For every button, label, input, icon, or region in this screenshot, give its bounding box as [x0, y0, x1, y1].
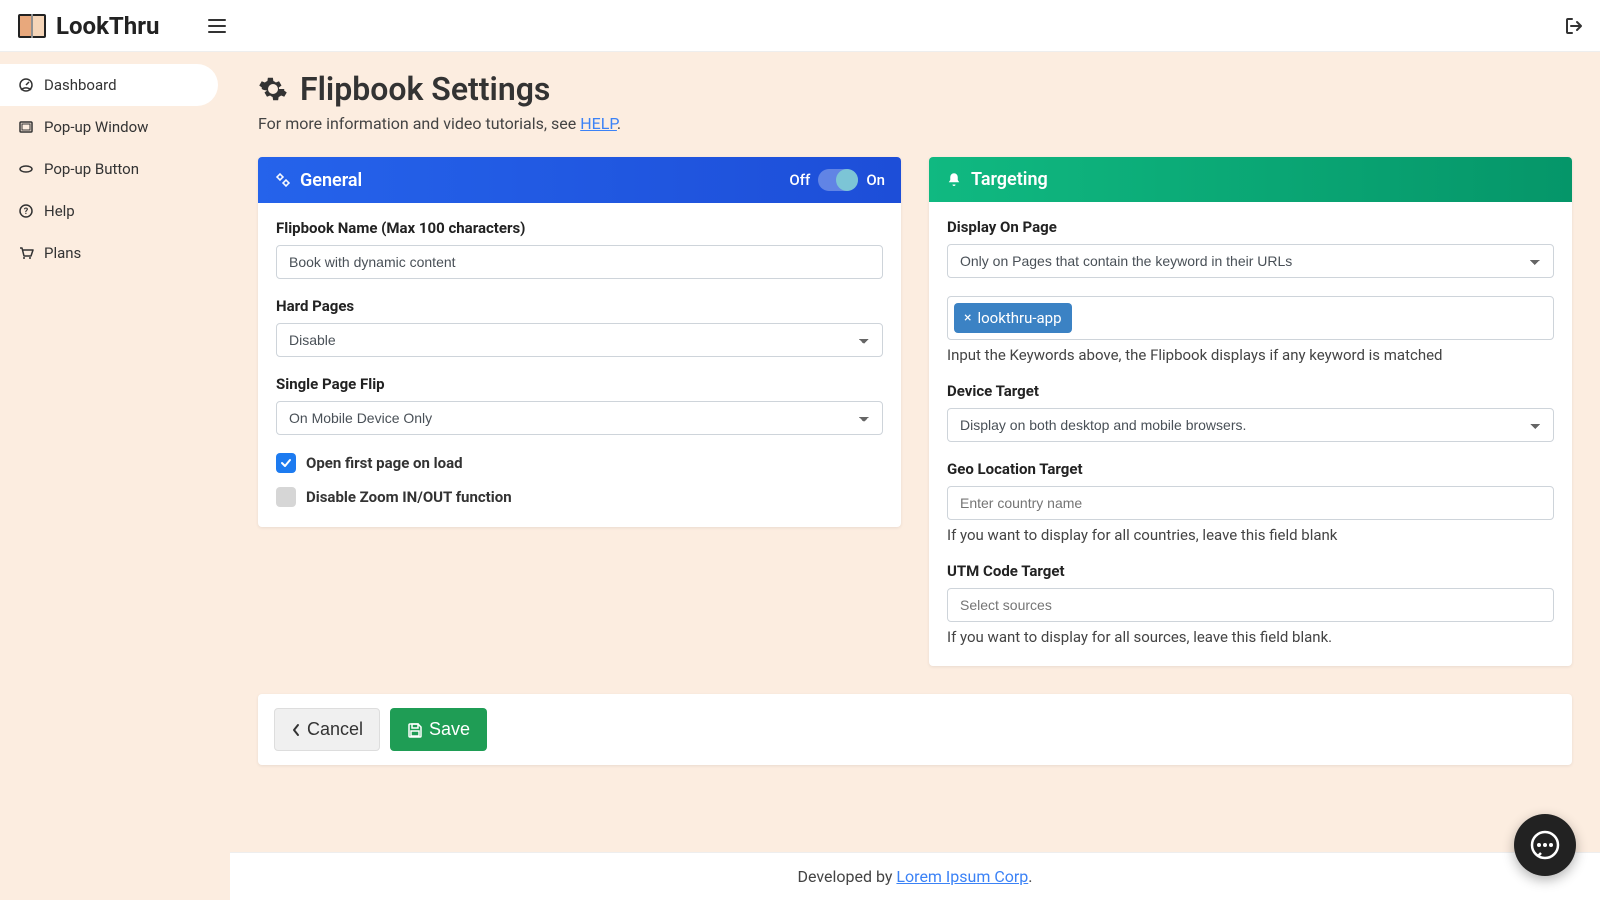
cogs-icon: [274, 171, 292, 189]
disable-zoom-row: Disable Zoom IN/OUT function: [276, 487, 883, 507]
single-flip-label: Single Page Flip: [276, 375, 883, 393]
page-title: Flipbook Settings: [258, 70, 1572, 108]
help-link[interactable]: HELP: [580, 114, 617, 133]
brand-name: LookThru: [56, 12, 159, 40]
sidebar-item-label: Pop-up Window: [44, 118, 148, 136]
sidebar-item-popup-button[interactable]: Pop-up Button: [0, 148, 230, 190]
svg-text:?: ?: [24, 207, 29, 217]
sidebar-item-help[interactable]: ? Help: [0, 190, 230, 232]
geo-label: Geo Location Target: [947, 460, 1554, 478]
toggle-on-label: On: [866, 171, 885, 189]
geo-hint: If you want to display for all countries…: [947, 526, 1554, 544]
menu-toggle-icon[interactable]: [207, 16, 227, 36]
page-title-text: Flipbook Settings: [300, 70, 550, 108]
general-header-text: General: [300, 170, 362, 191]
save-button[interactable]: Save: [390, 708, 487, 751]
book-icon: [16, 10, 48, 42]
hard-pages-label: Hard Pages: [276, 297, 883, 315]
bell-icon: [945, 171, 963, 189]
open-first-label: Open first page on load: [306, 454, 463, 472]
flipbook-name-label: Flipbook Name (Max 100 characters): [276, 219, 883, 237]
developer-link[interactable]: Lorem Ipsum Corp: [896, 867, 1028, 886]
disable-zoom-checkbox[interactable]: [276, 487, 296, 507]
utm-label: UTM Code Target: [947, 562, 1554, 580]
sidebar-item-label: Plans: [44, 244, 81, 262]
device-target-select[interactable]: Display on both desktop and mobile brows…: [947, 408, 1554, 442]
button-icon: [18, 161, 34, 177]
general-toggle: Off On: [789, 169, 885, 191]
cart-icon: [18, 245, 34, 261]
help-icon: ?: [18, 203, 34, 219]
geo-input[interactable]: [947, 486, 1554, 520]
sidebar-item-label: Pop-up Button: [44, 160, 139, 178]
keyword-tag-input[interactable]: × lookthru-app: [947, 296, 1554, 340]
single-flip-select[interactable]: On Mobile Device Only: [276, 401, 883, 435]
sidebar-item-label: Help: [44, 202, 75, 220]
topbar: LookThru: [0, 0, 1600, 52]
chat-widget[interactable]: [1514, 814, 1576, 876]
open-first-checkbox[interactable]: [276, 453, 296, 473]
dashboard-icon: [18, 77, 34, 93]
page-subtitle: For more information and video tutorials…: [258, 114, 1572, 133]
logout-icon[interactable]: [1564, 16, 1584, 36]
targeting-header-text: Targeting: [971, 169, 1048, 190]
chat-icon: [1528, 828, 1562, 862]
general-panel: General Off On Flipbook Name (Max 100 ch…: [258, 157, 901, 527]
keyword-tag: × lookthru-app: [954, 303, 1072, 333]
tag-remove-icon[interactable]: ×: [964, 310, 971, 326]
cancel-button[interactable]: Cancel: [274, 708, 380, 751]
hard-pages-select[interactable]: Disable: [276, 323, 883, 357]
toggle-off-label: Off: [789, 171, 810, 189]
gear-icon: [258, 74, 288, 104]
enable-toggle[interactable]: [818, 169, 858, 191]
display-on-page-select[interactable]: Only on Pages that contain the keyword i…: [947, 244, 1554, 278]
display-on-page-label: Display On Page: [947, 218, 1554, 236]
chevron-left-icon: [291, 723, 301, 737]
utm-hint: If you want to display for all sources, …: [947, 628, 1554, 646]
save-icon: [407, 722, 423, 738]
footer: Developed by Lorem Ipsum Corp.: [230, 852, 1600, 900]
sidebar-item-plans[interactable]: Plans: [0, 232, 230, 274]
window-icon: [18, 119, 34, 135]
general-panel-header: General Off On: [258, 157, 901, 203]
targeting-panel: Targeting Display On Page Only on Pages …: [929, 157, 1572, 666]
sidebar-item-label: Dashboard: [44, 76, 117, 94]
disable-zoom-label: Disable Zoom IN/OUT function: [306, 488, 512, 506]
actions-bar: Cancel Save: [258, 694, 1572, 765]
brand-logo[interactable]: LookThru: [16, 10, 159, 42]
targeting-panel-header: Targeting: [929, 157, 1572, 202]
sidebar-item-dashboard[interactable]: Dashboard: [0, 64, 218, 106]
main-content: Flipbook Settings For more information a…: [230, 52, 1600, 852]
utm-input[interactable]: [947, 588, 1554, 622]
flipbook-name-input[interactable]: [276, 245, 883, 279]
device-target-label: Device Target: [947, 382, 1554, 400]
sidebar-item-popup-window[interactable]: Pop-up Window: [0, 106, 230, 148]
keyword-hint: Input the Keywords above, the Flipbook d…: [947, 346, 1554, 364]
open-first-row: Open first page on load: [276, 453, 883, 473]
sidebar: Dashboard Pop-up Window Pop-up Button ? …: [0, 52, 230, 852]
